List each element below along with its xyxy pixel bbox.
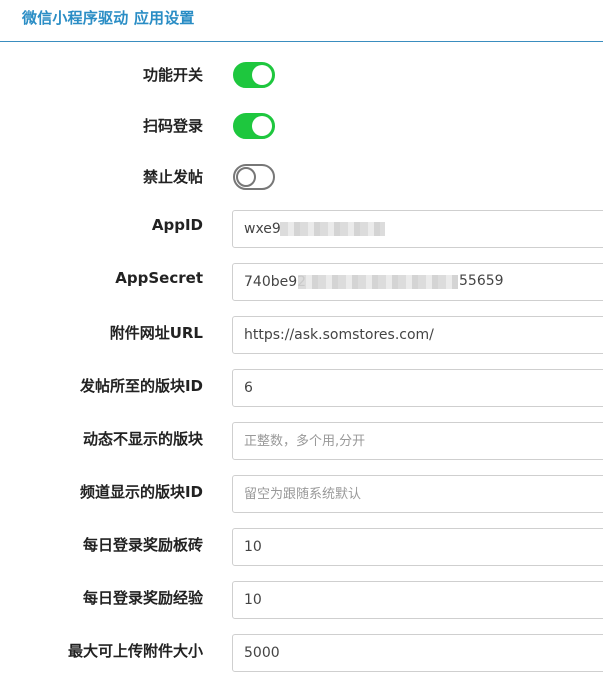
settings-page: 微信小程序驱动 应用设置 功能开关 扫码登录 禁止发帖 AppID AppSec… [0, 0, 603, 692]
qrlogin-toggle[interactable] [233, 113, 275, 139]
daily-bricks-label: 每日登录奖励板砖 [82, 536, 203, 554]
setting-row-channel-forums: 频道显示的版块ID [0, 475, 603, 513]
appsecret-suffix: 55659 [459, 273, 504, 289]
noposting-label: 禁止发帖 [142, 168, 203, 186]
setting-row-appsecret: AppSecret 55659 [0, 263, 603, 301]
page-title: 微信小程序驱动 应用设置 [22, 9, 195, 27]
setting-row-post-forum: 发帖所至的版块ID [0, 369, 603, 407]
setting-row-hidden-forums: 动态不显示的版块 [0, 422, 603, 460]
setting-row-daily-bricks: 每日登录奖励板砖 [0, 528, 603, 566]
toggle-knob [252, 116, 272, 136]
appsecret-label: AppSecret [115, 269, 203, 287]
daily-bricks-input[interactable] [232, 528, 603, 566]
toggle-knob [236, 167, 256, 187]
daily-exp-input[interactable] [232, 581, 603, 619]
setting-row-enable: 功能开关 [0, 62, 603, 90]
setting-row-max-upload: 最大可上传附件大小 [0, 634, 603, 672]
panel-header: 微信小程序驱动 应用设置 [0, 0, 603, 42]
toggle-knob [252, 65, 272, 85]
qrlogin-label: 扫码登录 [142, 117, 203, 135]
daily-exp-label: 每日登录奖励经验 [82, 589, 203, 607]
setting-row-qrlogin: 扫码登录 [0, 113, 603, 141]
max-upload-label: 最大可上传附件大小 [67, 642, 203, 660]
hidden-forums-input[interactable] [232, 422, 603, 460]
channel-forums-label: 频道显示的版块ID [79, 483, 203, 501]
max-upload-input[interactable] [232, 634, 603, 672]
attach-url-label: 附件网址URL [109, 324, 203, 342]
setting-row-appid: AppID [0, 210, 603, 248]
post-forum-input[interactable] [232, 369, 603, 407]
post-forum-label: 发帖所至的版块ID [79, 377, 203, 395]
setting-row-noposting: 禁止发帖 [0, 164, 603, 192]
attach-url-input[interactable] [232, 316, 603, 354]
appsecret-input[interactable] [232, 263, 603, 301]
enable-toggle[interactable] [233, 62, 275, 88]
appid-label: AppID [151, 216, 203, 234]
channel-forums-input[interactable] [232, 475, 603, 513]
setting-row-daily-exp: 每日登录奖励经验 [0, 581, 603, 619]
enable-label: 功能开关 [142, 66, 203, 84]
setting-row-attach-url: 附件网址URL [0, 316, 603, 354]
hidden-forums-label: 动态不显示的版块 [82, 430, 203, 448]
noposting-toggle[interactable] [233, 164, 275, 190]
appid-input[interactable] [232, 210, 603, 248]
